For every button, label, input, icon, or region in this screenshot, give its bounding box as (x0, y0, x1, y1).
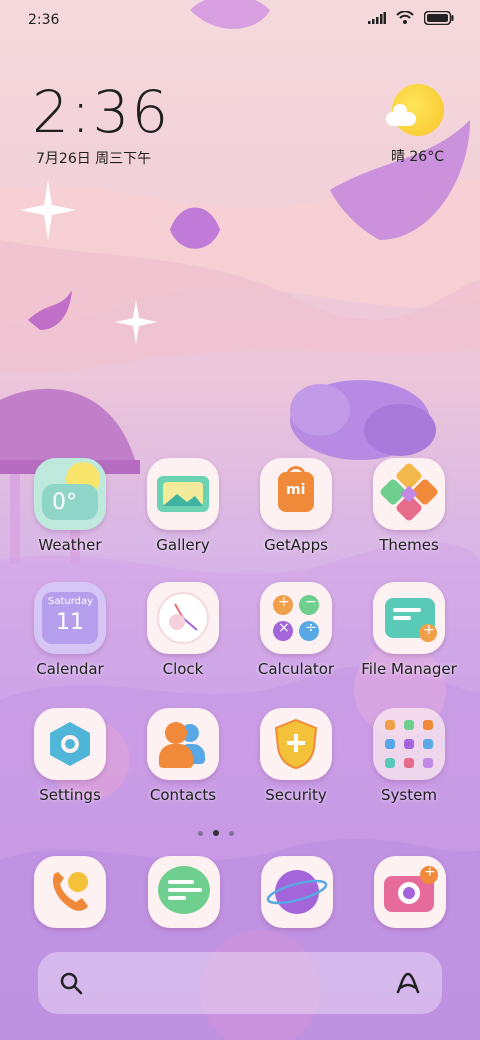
contacts-icon (147, 708, 219, 780)
dock: + (0, 856, 480, 936)
app-weather[interactable]: 0° Weather (15, 458, 125, 568)
assistant-icon[interactable] (394, 970, 422, 1000)
app-themes[interactable]: Themes (354, 458, 464, 568)
app-label: Weather (38, 536, 102, 554)
themes-icon (373, 458, 445, 530)
messages-icon[interactable] (148, 856, 220, 928)
app-calendar[interactable]: Saturday 11 Calendar (15, 582, 125, 692)
search-icon[interactable] (58, 970, 84, 1000)
app-label: Clock (162, 660, 204, 678)
battery-icon (423, 10, 454, 29)
status-icons (368, 10, 454, 29)
file-manager-icon: + (373, 582, 445, 654)
camera-icon[interactable]: + (374, 856, 446, 928)
weather-widget[interactable]: 晴 26°C (364, 82, 444, 172)
app-settings[interactable]: Settings (15, 708, 125, 818)
settings-icon (34, 708, 106, 780)
page-dot (229, 830, 234, 836)
phone-icon[interactable] (34, 856, 106, 928)
getapps-icon: mi (260, 458, 332, 530)
system-folder-icon (373, 708, 445, 780)
weather-condition: 晴 26°C (390, 149, 444, 165)
app-label: Themes (379, 536, 439, 554)
calculator-icon: + − × ÷ (260, 582, 332, 654)
clock-time: 2:36 (32, 78, 171, 146)
app-system-folder[interactable]: System (354, 708, 464, 818)
browser-icon[interactable] (261, 856, 333, 928)
app-label: Security (265, 786, 327, 804)
page-dot-active (213, 830, 219, 836)
gallery-icon (147, 458, 219, 530)
app-label: System (381, 786, 437, 804)
status-bar: 2:36 (0, 0, 480, 40)
app-label: Gallery (156, 536, 210, 554)
app-label: File Manager (361, 660, 457, 678)
security-icon (260, 708, 332, 780)
clock-widget[interactable]: 2:36 7月26日 周三下午 (32, 80, 170, 168)
app-calculator[interactable]: + − × ÷ Calculator (241, 582, 351, 692)
app-security[interactable]: Security (241, 708, 351, 818)
search-bar[interactable] (38, 952, 442, 1014)
app-file-manager[interactable]: + File Manager (354, 582, 464, 692)
status-time: 2:36 (28, 12, 60, 28)
clock-date: 7月26日 周三下午 (36, 151, 152, 167)
clock-icon (147, 582, 219, 654)
app-clock[interactable]: Clock (128, 582, 238, 692)
app-label: GetApps (264, 536, 328, 554)
app-label: Settings (39, 786, 101, 804)
app-contacts[interactable]: Contacts (128, 708, 238, 818)
app-label: Calendar (36, 660, 104, 678)
app-getapps[interactable]: mi GetApps (241, 458, 351, 568)
app-label: Calculator (257, 660, 335, 678)
app-gallery[interactable]: Gallery (128, 458, 238, 568)
app-label: Contacts (149, 786, 217, 804)
cloud-icon (386, 104, 416, 126)
wifi-icon (396, 10, 414, 29)
signal-icon (368, 12, 386, 28)
calendar-icon: Saturday 11 (34, 582, 106, 654)
weather-icon: 0° (34, 458, 106, 530)
page-dot (198, 830, 203, 836)
page-indicator (198, 830, 234, 836)
